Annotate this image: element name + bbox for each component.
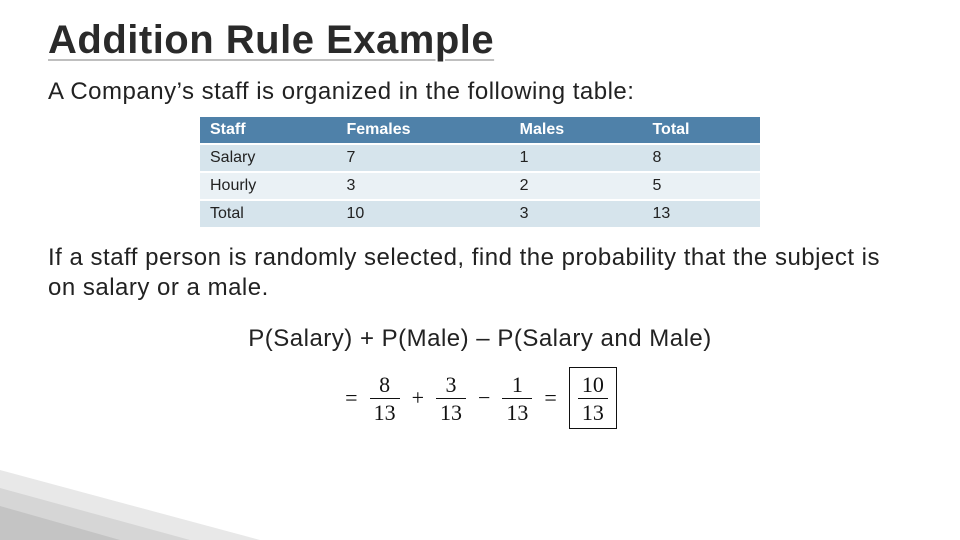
- table-row: Total 10 3 13: [200, 200, 760, 228]
- cell: Salary: [200, 144, 336, 172]
- formula-text: P(Salary) + P(Male) – P(Salary and Male): [48, 325, 912, 353]
- cell: 2: [510, 172, 643, 200]
- numerator: 3: [442, 373, 461, 398]
- cell: 3: [336, 172, 509, 200]
- denominator: 13: [578, 398, 608, 424]
- denominator: 13: [370, 398, 400, 424]
- cell: 1: [510, 144, 643, 172]
- table-row: Salary 7 1 8: [200, 144, 760, 172]
- cell: Hourly: [200, 172, 336, 200]
- fraction-result: 10 13: [578, 373, 608, 424]
- cell: 7: [336, 144, 509, 172]
- cell: 10: [336, 200, 509, 228]
- denominator: 13: [436, 398, 466, 424]
- decorative-wedge: [0, 450, 260, 540]
- col-staff: Staff: [200, 117, 336, 144]
- page-title: Addition Rule Example: [48, 18, 912, 63]
- question-text: If a staff person is randomly selected, …: [48, 243, 912, 303]
- numerator: 1: [508, 373, 527, 398]
- table-row: Hourly 3 2 5: [200, 172, 760, 200]
- col-males: Males: [510, 117, 643, 144]
- minus-sign: −: [476, 385, 492, 411]
- cell: 3: [510, 200, 643, 228]
- numerator: 10: [578, 373, 608, 398]
- cell: Total: [200, 200, 336, 228]
- fraction-2: 3 13: [436, 373, 466, 424]
- fraction-1: 8 13: [370, 373, 400, 424]
- table-header-row: Staff Females Males Total: [200, 117, 760, 144]
- cell: 13: [642, 200, 760, 228]
- col-total: Total: [642, 117, 760, 144]
- equation: = 8 13 + 3 13 − 1 13 = 10 13: [48, 367, 912, 429]
- plus-sign: +: [410, 385, 426, 411]
- col-females: Females: [336, 117, 509, 144]
- equals-sign: =: [542, 385, 558, 411]
- result-box: 10 13: [569, 367, 617, 429]
- equals-sign: =: [343, 385, 359, 411]
- numerator: 8: [375, 373, 394, 398]
- slide: Addition Rule Example A Company’s staff …: [0, 0, 960, 540]
- fraction-3: 1 13: [502, 373, 532, 424]
- denominator: 13: [502, 398, 532, 424]
- cell: 5: [642, 172, 760, 200]
- staff-table: Staff Females Males Total Salary 7 1 8 H…: [200, 117, 760, 229]
- intro-text: A Company’s staff is organized in the fo…: [48, 77, 912, 107]
- cell: 8: [642, 144, 760, 172]
